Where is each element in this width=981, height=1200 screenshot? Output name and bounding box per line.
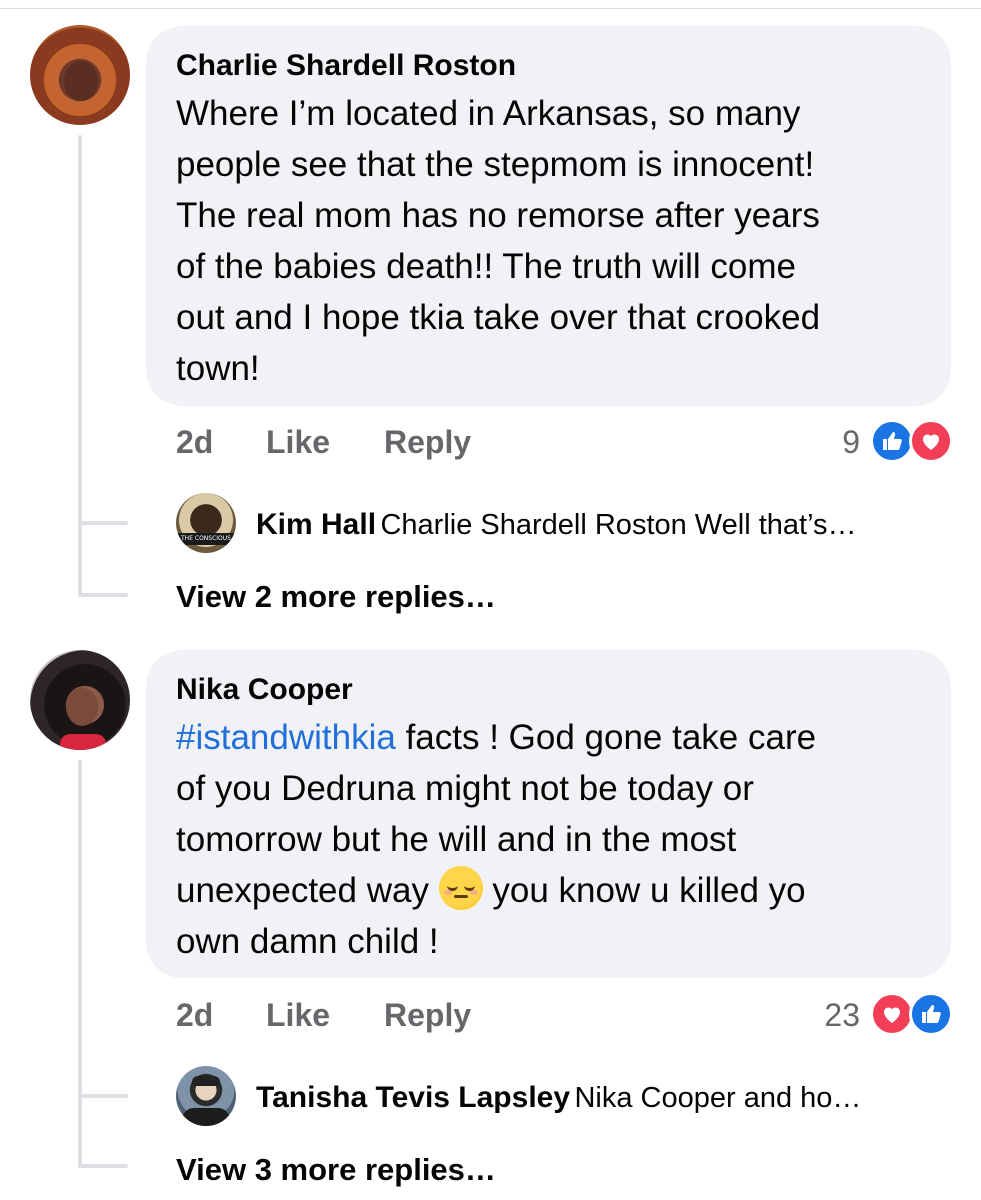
reaction-count[interactable]: 23: [790, 995, 860, 1035]
view-more-replies-button[interactable]: View 3 more replies…: [176, 1150, 496, 1190]
comment-line: out and I hope tkia take over that crook…: [176, 298, 821, 337]
reply-author[interactable]: Tanisha Tevis Lapsley: [256, 1081, 570, 1114]
comment-line: of the babies death!! The truth will com…: [176, 247, 796, 286]
love-icon[interactable]: [870, 992, 914, 1036]
like-button[interactable]: Like: [266, 422, 330, 462]
thread-branch: [80, 521, 128, 525]
reply-text: Nika Cooper and ho…: [574, 1082, 862, 1114]
reply-button[interactable]: Reply: [384, 422, 471, 462]
avatar[interactable]: [30, 25, 130, 125]
divider: [0, 8, 981, 9]
comment-actions: 2d Like Reply: [176, 995, 576, 1035]
reply-preview[interactable]: Tanisha Tevis Lapsley Nika Cooper and ho…: [256, 1078, 861, 1123]
comment-line: people see that the stepmom is innocent!: [176, 145, 815, 184]
hashtag-link[interactable]: #istandwithkia: [176, 718, 396, 757]
thread-line: [78, 760, 82, 1168]
like-icon[interactable]: [870, 419, 914, 463]
avatar-logo-text: THE CONSCIOUS: [176, 533, 236, 545]
avatar[interactable]: [176, 1066, 236, 1126]
reply-preview[interactable]: Kim Hall Charlie Shardell Roston Well th…: [256, 505, 857, 550]
comment-bubble: Nika Cooper #istandwithkia facts ! God g…: [146, 650, 951, 978]
like-button[interactable]: Like: [266, 995, 330, 1035]
comment-text: Where I’m located in Arkansas, so many p…: [176, 88, 921, 394]
comment-line: of you Dedruna might not be today or: [176, 769, 754, 808]
love-icon[interactable]: [909, 419, 953, 463]
comment-text: #istandwithkia facts ! God gone take car…: [176, 712, 921, 967]
comment-author[interactable]: Nika Cooper: [176, 672, 921, 708]
comment-bubble: Charlie Shardell Roston Where I’m locate…: [146, 26, 951, 406]
reply-button[interactable]: Reply: [384, 995, 471, 1035]
comment-line: #istandwithkia facts ! God gone take car…: [176, 712, 921, 763]
reply-text: Charlie Shardell Roston Well that’s…: [380, 509, 857, 541]
reaction-count[interactable]: 9: [800, 422, 860, 462]
thread-branch: [80, 1164, 128, 1168]
thread-branch: [80, 593, 128, 597]
comment-actions: 2d Like Reply: [176, 422, 576, 462]
comment-timestamp[interactable]: 2d: [176, 995, 213, 1035]
thread-branch: [80, 1094, 128, 1098]
comment-line: own damn child !: [176, 922, 439, 961]
like-icon[interactable]: [909, 992, 953, 1036]
comment-line: tomorrow but he will and in the most: [176, 820, 737, 859]
avatar[interactable]: [30, 650, 130, 750]
comment-timestamp[interactable]: 2d: [176, 422, 213, 462]
comment-line: town!: [176, 349, 260, 388]
comment-line: Where I’m located in Arkansas, so many: [176, 94, 801, 133]
comment-text-fragment: unexpected way: [176, 871, 439, 910]
comment-author[interactable]: Charlie Shardell Roston: [176, 48, 921, 84]
relieved-face-emoji-icon: [438, 866, 483, 910]
view-more-replies-button[interactable]: View 2 more replies…: [176, 577, 496, 617]
comment-text-fragment: facts ! God gone take care: [395, 718, 817, 757]
comment-line: unexpected way you know u killed yo: [176, 865, 921, 916]
comment-line: The real mom has no remorse after years: [176, 196, 820, 235]
avatar[interactable]: THE CONSCIOUS: [176, 493, 236, 553]
comment-text-fragment: you know u killed yo: [482, 871, 806, 910]
reply-author[interactable]: Kim Hall: [256, 508, 376, 541]
thread-line: [78, 135, 82, 597]
